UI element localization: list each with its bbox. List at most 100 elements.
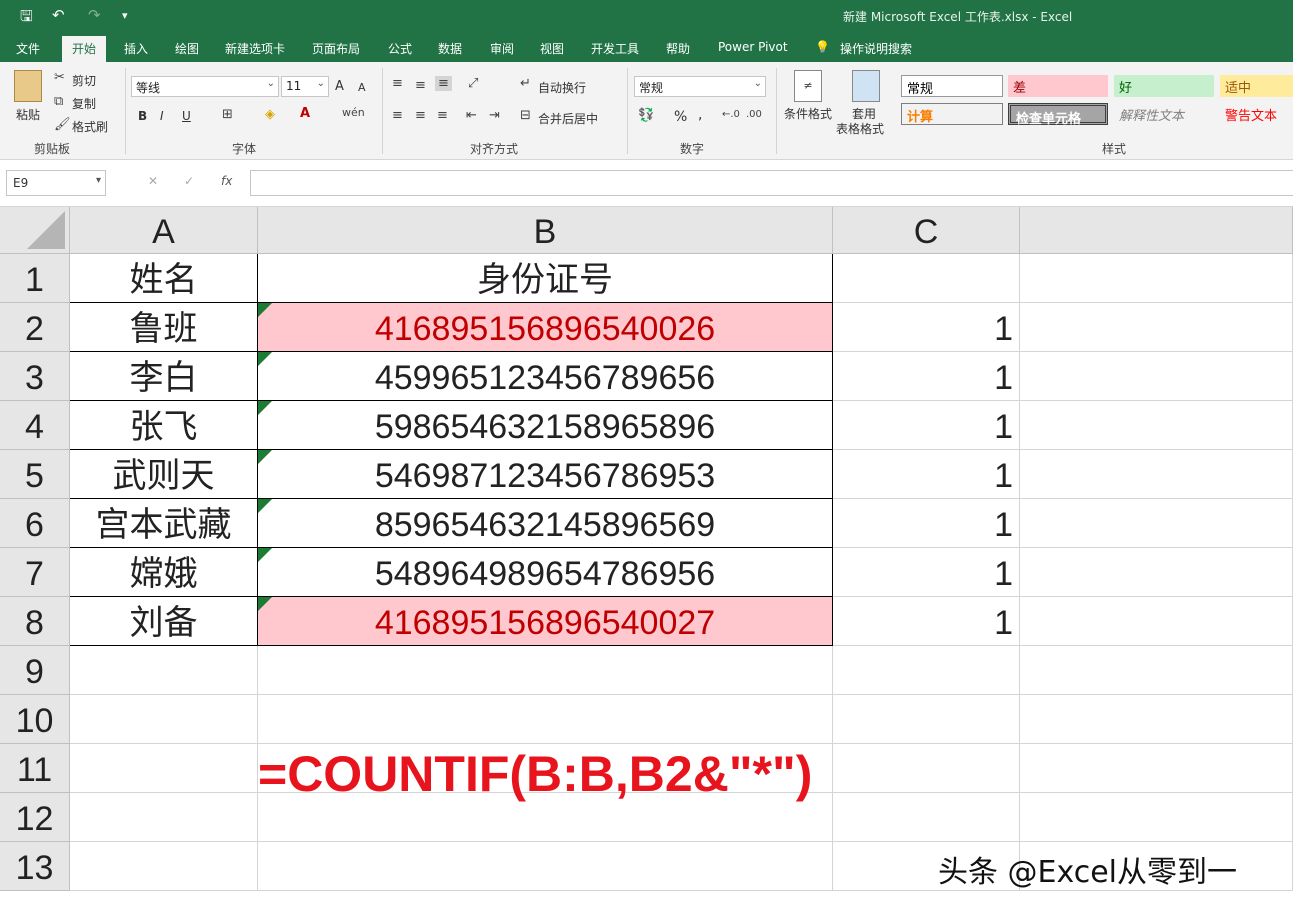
increase-indent-icon[interactable]: ⇥ xyxy=(489,108,500,123)
cell-C10[interactable] xyxy=(833,695,1020,744)
cell-D12[interactable] xyxy=(1020,793,1293,842)
style-good[interactable]: 好 xyxy=(1114,75,1214,97)
cell-C7[interactable]: 1 xyxy=(833,548,1020,597)
cell-A4[interactable]: 张飞 xyxy=(70,401,258,450)
cancel-formula-icon[interactable]: ✕ xyxy=(148,174,158,188)
cell-B10[interactable] xyxy=(258,695,833,744)
format-painter-icon[interactable]: 🖌 xyxy=(54,117,71,132)
cell-B7[interactable]: 548964989654786956 xyxy=(258,548,833,597)
bold-button[interactable]: B xyxy=(138,109,147,123)
copy-icon[interactable]: ⧉ xyxy=(54,94,63,109)
cell-C8[interactable]: 1 xyxy=(833,597,1020,646)
cell-B5[interactable]: 546987123456786953 xyxy=(258,450,833,499)
row-header[interactable]: 1 xyxy=(0,254,70,303)
row-header[interactable]: 7 xyxy=(0,548,70,597)
tab-review[interactable]: 审阅 xyxy=(490,40,514,57)
cell-D8[interactable] xyxy=(1020,597,1293,646)
row-header[interactable]: 3 xyxy=(0,352,70,401)
tab-view[interactable]: 视图 xyxy=(540,40,564,57)
tab-power-pivot[interactable]: Power Pivot xyxy=(718,40,788,54)
cell-D1[interactable] xyxy=(1020,254,1293,303)
tab-page-layout[interactable]: 页面布局 xyxy=(312,40,360,57)
align-bottom-icon[interactable]: ≡ xyxy=(435,76,452,91)
align-top-icon[interactable]: ≡ xyxy=(392,76,403,91)
format-as-table-icon[interactable] xyxy=(852,70,880,102)
font-size-select[interactable]: 11 ⌄ xyxy=(281,76,329,97)
customize-toolbar-icon[interactable]: ▾ xyxy=(122,9,128,22)
tab-insert[interactable]: 插入 xyxy=(124,40,148,57)
enter-formula-icon[interactable]: ✓ xyxy=(184,174,194,188)
tab-developer[interactable]: 开发工具 xyxy=(591,40,639,57)
cell-B8[interactable]: 416895156896540027 xyxy=(258,597,833,646)
cell-D6[interactable] xyxy=(1020,499,1293,548)
cell-A8[interactable]: 刘备 xyxy=(70,597,258,646)
chevron-down-icon[interactable]: ▾ xyxy=(96,175,101,186)
cell-C5[interactable]: 1 xyxy=(833,450,1020,499)
tab-new-tab[interactable]: 新建选项卡 xyxy=(225,40,285,57)
tell-me-search[interactable]: 操作说明搜索 xyxy=(840,40,912,57)
cell-A12[interactable] xyxy=(70,793,258,842)
column-header-c[interactable]: C xyxy=(833,207,1020,254)
cell-A9[interactable] xyxy=(70,646,258,695)
undo-icon[interactable]: ↶ xyxy=(52,6,65,24)
cell-A5[interactable]: 武则天 xyxy=(70,450,258,499)
cell-B1[interactable]: 身份证号 xyxy=(258,254,833,303)
cell-A2[interactable]: 鲁班 xyxy=(70,303,258,352)
format-painter-button[interactable]: 格式刷 xyxy=(72,118,108,135)
phonetic-icon[interactable]: wén xyxy=(342,106,365,119)
cell-D2[interactable] xyxy=(1020,303,1293,352)
select-all-corner[interactable] xyxy=(0,207,70,254)
cell-A1[interactable]: 姓名 xyxy=(70,254,258,303)
format-as-table-button-line2[interactable]: 表格格式 xyxy=(836,120,884,137)
row-header[interactable]: 6 xyxy=(0,499,70,548)
cell-A3[interactable]: 李白 xyxy=(70,352,258,401)
cut-button[interactable]: 剪切 xyxy=(72,72,96,89)
align-left-icon[interactable]: ≡ xyxy=(392,108,403,123)
merge-icon[interactable]: ⊟ xyxy=(520,108,531,123)
cell-A11[interactable] xyxy=(70,744,258,793)
cell-C2[interactable]: 1 xyxy=(833,303,1020,352)
row-header[interactable]: 9 xyxy=(0,646,70,695)
cut-icon[interactable]: ✂ xyxy=(54,70,65,85)
align-middle-icon[interactable]: ≡ xyxy=(415,78,426,93)
conditional-format-icon[interactable]: ≠ xyxy=(794,70,822,102)
row-header[interactable]: 10 xyxy=(0,695,70,744)
cell-C6[interactable]: 1 xyxy=(833,499,1020,548)
percent-button[interactable]: % xyxy=(674,109,687,125)
cell-B2[interactable]: 416895156896540026 xyxy=(258,303,833,352)
cell-A6[interactable]: 宫本武藏 xyxy=(70,499,258,548)
comma-button[interactable]: , xyxy=(698,107,702,123)
style-calculation[interactable]: 计算 xyxy=(901,103,1003,125)
cell-B4[interactable]: 598654632158965896 xyxy=(258,401,833,450)
row-header[interactable]: 12 xyxy=(0,793,70,842)
tab-data[interactable]: 数据 xyxy=(438,40,462,57)
paste-button[interactable]: 粘贴 xyxy=(16,106,40,123)
cell-C12[interactable] xyxy=(833,793,1020,842)
decrease-indent-icon[interactable]: ⇤ xyxy=(466,108,477,123)
row-header[interactable]: 11 xyxy=(0,744,70,793)
cell-B6[interactable]: 859654632145896569 xyxy=(258,499,833,548)
fill-color-icon[interactable]: ◈ xyxy=(265,107,275,122)
cell-C4[interactable]: 1 xyxy=(833,401,1020,450)
cell-B3[interactable]: 459965123456789656 xyxy=(258,352,833,401)
align-right-icon[interactable]: ≡ xyxy=(437,108,448,123)
redo-icon[interactable]: ↷ xyxy=(88,6,101,24)
tab-home[interactable]: 开始 xyxy=(62,36,107,62)
column-header-d[interactable] xyxy=(1020,207,1293,254)
insert-function-icon[interactable]: fx xyxy=(221,174,232,188)
cell-D5[interactable] xyxy=(1020,450,1293,499)
row-header[interactable]: 5 xyxy=(0,450,70,499)
cell-A13[interactable] xyxy=(70,842,258,891)
copy-button[interactable]: 复制 xyxy=(72,95,96,112)
tab-draw[interactable]: 绘图 xyxy=(175,40,199,57)
row-header[interactable]: 2 xyxy=(0,303,70,352)
style-normal[interactable]: 常规 xyxy=(901,75,1003,97)
align-center-icon[interactable]: ≡ xyxy=(415,108,426,123)
underline-button[interactable]: U xyxy=(182,109,191,123)
decrease-decimal-icon[interactable]: .00 xyxy=(746,109,762,120)
cell-C1[interactable] xyxy=(833,254,1020,303)
row-header[interactable]: 8 xyxy=(0,597,70,646)
tab-file[interactable]: 文件 xyxy=(16,40,40,57)
wrap-text-icon[interactable]: ↵ xyxy=(520,76,531,91)
conditional-format-button[interactable]: 条件格式 xyxy=(784,105,832,122)
